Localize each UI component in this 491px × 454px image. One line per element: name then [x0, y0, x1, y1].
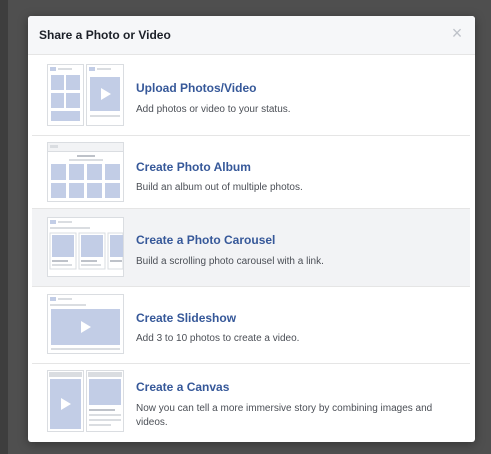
upload-photos-thumbnail-icon — [47, 64, 125, 126]
option-create-photo-album[interactable]: Create Photo Album Build an album out of… — [32, 136, 470, 209]
page-backdrop — [0, 0, 8, 454]
option-create-photo-carousel[interactable]: Create a Photo Carousel Build a scrollin… — [32, 209, 470, 287]
option-title: Upload Photos/Video — [136, 81, 257, 95]
slideshow-thumbnail-icon — [47, 294, 125, 354]
photo-album-thumbnail-icon — [47, 142, 125, 202]
option-create-slideshow[interactable]: Create Slideshow Add 3 to 10 photos to c… — [32, 287, 470, 364]
option-description: Build an album out of multiple photos. — [136, 182, 303, 193]
option-description: Add photos or video to your status. — [136, 104, 291, 115]
photo-carousel-thumbnail-icon — [47, 217, 125, 277]
close-icon[interactable]: × — [449, 24, 465, 42]
option-title: Create a Canvas — [136, 380, 230, 394]
dialog-title: Share a Photo or Video — [39, 28, 171, 42]
option-description: Build a scrolling photo carousel with a … — [136, 256, 324, 267]
dialog-header: Share a Photo or Video × — [28, 16, 475, 55]
option-description: Now you can tell a more immersive story … — [136, 403, 433, 428]
option-title: Create Photo Album — [136, 160, 251, 174]
option-description: Add 3 to 10 photos to create a video. — [136, 333, 300, 344]
option-title: Create a Photo Carousel — [136, 233, 276, 247]
canvas-thumbnail-icon — [47, 370, 125, 432]
option-upload-photos-video[interactable]: Upload Photos/Video Add photos or video … — [32, 55, 470, 136]
share-photo-dialog: Share a Photo or Video × Upload Photos/V… — [28, 16, 475, 442]
option-create-canvas[interactable]: Create a Canvas Now you can tell a more … — [32, 364, 470, 442]
option-title: Create Slideshow — [136, 311, 237, 325]
